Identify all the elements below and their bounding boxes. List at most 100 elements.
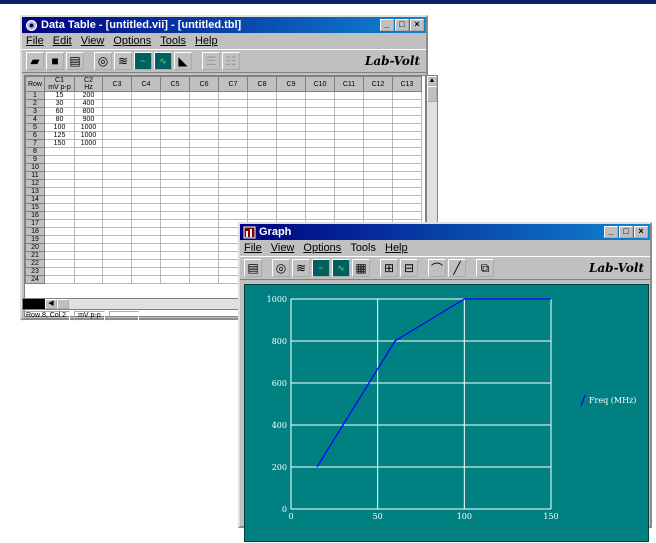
table-cell[interactable] xyxy=(102,179,132,188)
table-cell[interactable] xyxy=(131,179,161,188)
bar-chart-icon[interactable]: ◣ xyxy=(174,52,192,70)
delete-row-icon[interactable]: ☷ xyxy=(222,52,240,70)
table-cell[interactable] xyxy=(44,147,75,156)
table-cell[interactable] xyxy=(218,147,248,156)
table-cell[interactable] xyxy=(276,187,306,196)
table-cell[interactable] xyxy=(218,179,248,188)
table-cell[interactable] xyxy=(131,243,161,252)
menu-options[interactable]: Options xyxy=(113,35,151,47)
table-cell[interactable] xyxy=(160,243,190,252)
table-cell[interactable] xyxy=(392,155,422,164)
table-cell[interactable] xyxy=(247,139,277,148)
table-cell[interactable] xyxy=(74,147,103,156)
table-cell[interactable]: 15 xyxy=(44,91,75,100)
close-button[interactable]: × xyxy=(410,19,424,31)
table-cell[interactable] xyxy=(189,235,219,244)
line-fit-icon[interactable]: ╱ xyxy=(448,259,466,277)
table-cell[interactable] xyxy=(392,107,422,116)
table-cell[interactable] xyxy=(189,179,219,188)
table-cell[interactable] xyxy=(160,171,190,180)
table-cell[interactable] xyxy=(189,187,219,196)
table-cell[interactable] xyxy=(218,155,248,164)
graph-menu-file[interactable]: File xyxy=(244,242,262,254)
table-cell[interactable] xyxy=(160,267,190,276)
table-cell[interactable] xyxy=(334,195,364,204)
scroll-thumb-horizontal[interactable] xyxy=(57,299,69,309)
table-cell[interactable] xyxy=(247,163,277,172)
table-cell[interactable] xyxy=(247,107,277,116)
table-cell[interactable] xyxy=(131,275,161,284)
table-cell[interactable] xyxy=(305,123,335,132)
table-cell[interactable] xyxy=(363,107,393,116)
table-cell[interactable] xyxy=(131,203,161,212)
table-cell[interactable] xyxy=(247,91,277,100)
table-cell[interactable] xyxy=(44,203,75,212)
graph-menu-view[interactable]: View xyxy=(271,242,295,254)
table-cell[interactable] xyxy=(218,99,248,108)
scroll-thumb[interactable] xyxy=(427,86,437,102)
column-header-c10[interactable]: C10 xyxy=(305,76,335,92)
table-cell[interactable] xyxy=(102,275,132,284)
row-number[interactable]: 13 xyxy=(25,187,45,196)
table-cell[interactable] xyxy=(276,131,306,140)
zoom-out-icon[interactable]: ⊟ xyxy=(400,259,418,277)
table-cell[interactable] xyxy=(392,91,422,100)
table-cell[interactable] xyxy=(131,227,161,236)
table-cell[interactable] xyxy=(363,139,393,148)
graph-plot-area[interactable]: 0 200 400 600 800 1000 0 50 100 150 Freq (MHz) xyxy=(244,284,649,542)
row-number[interactable]: 12 xyxy=(25,179,45,188)
table-cell[interactable] xyxy=(131,99,161,108)
graph-titlebar[interactable]: Graph _ □ × xyxy=(240,224,650,240)
table-cell[interactable] xyxy=(247,131,277,140)
table-cell[interactable] xyxy=(363,123,393,132)
column-header-c8[interactable]: C8 xyxy=(247,76,277,92)
graph-monitor-icon[interactable]: ~ xyxy=(134,52,152,70)
table-cell[interactable] xyxy=(305,139,335,148)
table-cell[interactable] xyxy=(334,123,364,132)
table-cell[interactable] xyxy=(74,219,103,228)
table-cell[interactable] xyxy=(218,187,248,196)
table-cell[interactable] xyxy=(276,123,306,132)
column-header-c4[interactable]: C4 xyxy=(131,76,161,92)
row-number[interactable]: 24 xyxy=(25,275,45,284)
table-cell[interactable] xyxy=(102,123,132,132)
table-cell[interactable] xyxy=(334,107,364,116)
table-cell[interactable] xyxy=(189,267,219,276)
table-cell[interactable] xyxy=(131,139,161,148)
table-cell[interactable] xyxy=(74,171,103,180)
table-cell[interactable] xyxy=(131,115,161,124)
table-cell[interactable] xyxy=(334,163,364,172)
table-cell[interactable] xyxy=(44,243,75,252)
table-cell[interactable]: 1000 xyxy=(74,123,103,132)
table-cell[interactable] xyxy=(102,227,132,236)
table-cell[interactable]: 1000 xyxy=(74,139,103,148)
graph-minimize-button[interactable]: _ xyxy=(604,226,618,238)
table-cell[interactable]: 200 xyxy=(74,91,103,100)
table-cell[interactable] xyxy=(392,163,422,172)
row-number[interactable]: 19 xyxy=(25,235,45,244)
table-cell[interactable] xyxy=(276,147,306,156)
table-cell[interactable] xyxy=(334,155,364,164)
table-cell[interactable] xyxy=(74,251,103,260)
table-cell[interactable] xyxy=(276,139,306,148)
table-cell[interactable] xyxy=(102,99,132,108)
table-cell[interactable] xyxy=(131,131,161,140)
table-cell[interactable] xyxy=(131,155,161,164)
table-cell[interactable] xyxy=(160,99,190,108)
table-cell[interactable] xyxy=(334,211,364,220)
row-number[interactable]: 15 xyxy=(25,203,45,212)
table-cell[interactable] xyxy=(363,115,393,124)
table-cell[interactable]: 125 xyxy=(44,131,75,140)
table-cell[interactable] xyxy=(102,171,132,180)
table-cell[interactable] xyxy=(218,107,248,116)
table-cell[interactable] xyxy=(160,227,190,236)
table-cell[interactable] xyxy=(334,99,364,108)
table-cell[interactable] xyxy=(247,211,277,220)
table-cell[interactable] xyxy=(74,195,103,204)
scroll-up-arrow-icon[interactable]: ▲ xyxy=(427,76,437,86)
table-cell[interactable] xyxy=(392,115,422,124)
table-cell[interactable] xyxy=(189,171,219,180)
table-cell[interactable] xyxy=(305,155,335,164)
table-cell[interactable] xyxy=(44,259,75,268)
table-cell[interactable] xyxy=(363,99,393,108)
